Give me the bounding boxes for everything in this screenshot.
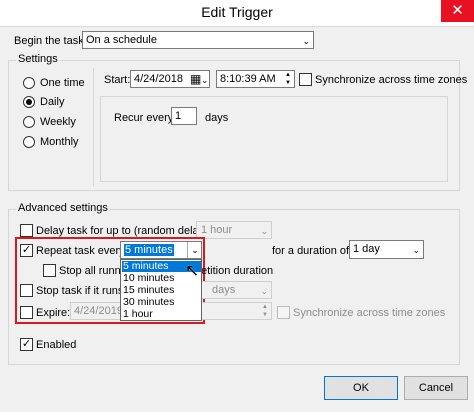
checkmark-icon: ✓ xyxy=(21,338,32,350)
stop-all-suffix: etition duration xyxy=(201,265,274,277)
dropdown-option[interactable]: 30 minutes xyxy=(122,297,201,308)
chevron-down-icon[interactable]: ⌄ xyxy=(187,242,202,258)
title-divider xyxy=(0,26,474,27)
spin-down-icon[interactable]: ▼ xyxy=(262,312,268,319)
duration-select[interactable]: 1 day ⌄ xyxy=(349,240,424,259)
radio-one-time-label: One time xyxy=(40,77,85,89)
recur-value: 1 xyxy=(175,110,182,122)
repeat-value: 5 minutes xyxy=(124,244,174,256)
start-time-spinner[interactable]: 8:10:39 AM ▲ ▼ xyxy=(216,70,295,88)
start-date-picker[interactable]: 4/24/2018 ▦ ⌄ xyxy=(130,70,210,88)
radio-selected-dot xyxy=(26,99,32,105)
settings-group-label: Settings xyxy=(16,53,60,65)
stop-task-select[interactable]: days ⌄ xyxy=(196,281,272,299)
begin-task-select[interactable]: On a schedule ⌄ xyxy=(82,31,314,49)
stop-task-value: days xyxy=(212,284,236,296)
radio-monthly[interactable] xyxy=(23,136,35,148)
repeat-checkbox[interactable]: ✓ xyxy=(20,244,33,257)
duration-label: for a duration of: xyxy=(272,245,353,257)
chevron-down-icon: ⌄ xyxy=(302,36,310,46)
ok-button[interactable]: OK xyxy=(324,376,398,400)
close-button[interactable]: ✕ xyxy=(441,0,474,22)
advanced-group-label: Advanced settings xyxy=(16,202,110,214)
chevron-down-icon: ⌄ xyxy=(260,286,268,296)
delay-label: Delay task for up to (random delay): xyxy=(36,225,211,237)
stop-all-checkbox[interactable] xyxy=(43,264,56,277)
expire-date-value: 4/24/2019 xyxy=(74,305,123,317)
radio-monthly-label: Monthly xyxy=(40,136,79,148)
repeat-select[interactable]: 5 minutes ⌄ xyxy=(120,241,202,259)
recur-panel xyxy=(100,96,448,182)
start-label: Start: xyxy=(104,74,131,86)
sync-checkbox[interactable] xyxy=(299,73,312,86)
stop-task-checkbox[interactable] xyxy=(20,284,33,297)
delay-select[interactable]: 1 hour ⌄ xyxy=(196,221,272,239)
stop-all-label: Stop all runnin xyxy=(59,265,130,277)
spin-up-icon[interactable]: ▲ xyxy=(262,304,268,311)
chevron-down-icon: ⌄ xyxy=(412,245,420,255)
expire-label: Expire: xyxy=(36,307,71,319)
repeat-label: Repeat task every: xyxy=(36,245,128,257)
calendar-icon: ▦ xyxy=(190,72,202,86)
delay-checkbox[interactable] xyxy=(20,224,33,237)
recur-input[interactable]: 1 xyxy=(171,107,197,125)
expire-time-spinner[interactable]: ▲ ▼ xyxy=(200,302,272,320)
enabled-checkbox[interactable]: ✓ xyxy=(20,338,33,351)
expire-sync-label: Synchronize across time zones xyxy=(293,307,446,319)
dropdown-option[interactable]: 1 hour xyxy=(122,309,201,320)
dropdown-option[interactable]: 15 minutes xyxy=(122,285,201,296)
window-title: Edit Trigger xyxy=(201,4,273,20)
close-icon: ✕ xyxy=(451,2,464,19)
duration-value: 1 day xyxy=(353,243,380,255)
expire-checkbox[interactable] xyxy=(20,306,33,319)
expire-sync-checkbox[interactable] xyxy=(277,306,290,319)
begin-task-value: On a schedule xyxy=(86,34,157,46)
chevron-down-icon: ⌄ xyxy=(260,226,268,236)
enabled-label: Enabled xyxy=(36,339,77,351)
delay-value: 1 hour xyxy=(201,224,233,236)
radio-daily[interactable] xyxy=(23,96,35,108)
radio-one-time[interactable] xyxy=(23,77,35,89)
expire-date-picker[interactable]: 4/24/2019 xyxy=(70,302,126,320)
checkmark-icon: ✓ xyxy=(21,244,32,256)
chevron-down-icon: ⌄ xyxy=(201,75,209,85)
recur-unit: days xyxy=(205,112,229,124)
settings-divider xyxy=(93,68,94,186)
recur-label: Recur every: xyxy=(114,112,177,124)
start-date-value: 4/24/2018 xyxy=(134,73,183,85)
radio-daily-label: Daily xyxy=(40,96,65,108)
radio-weekly[interactable] xyxy=(23,116,35,128)
cancel-button[interactable]: Cancel xyxy=(404,376,468,400)
radio-weekly-label: Weekly xyxy=(40,116,76,128)
mouse-cursor-icon: ↖ xyxy=(185,261,200,280)
sync-label: Synchronize across time zones xyxy=(315,74,468,86)
spin-down-icon[interactable]: ▼ xyxy=(285,80,291,87)
begin-task-label: Begin the task: xyxy=(14,35,87,47)
start-time-value: 8:10:39 AM xyxy=(220,73,276,85)
spin-up-icon[interactable]: ▲ xyxy=(285,72,291,79)
